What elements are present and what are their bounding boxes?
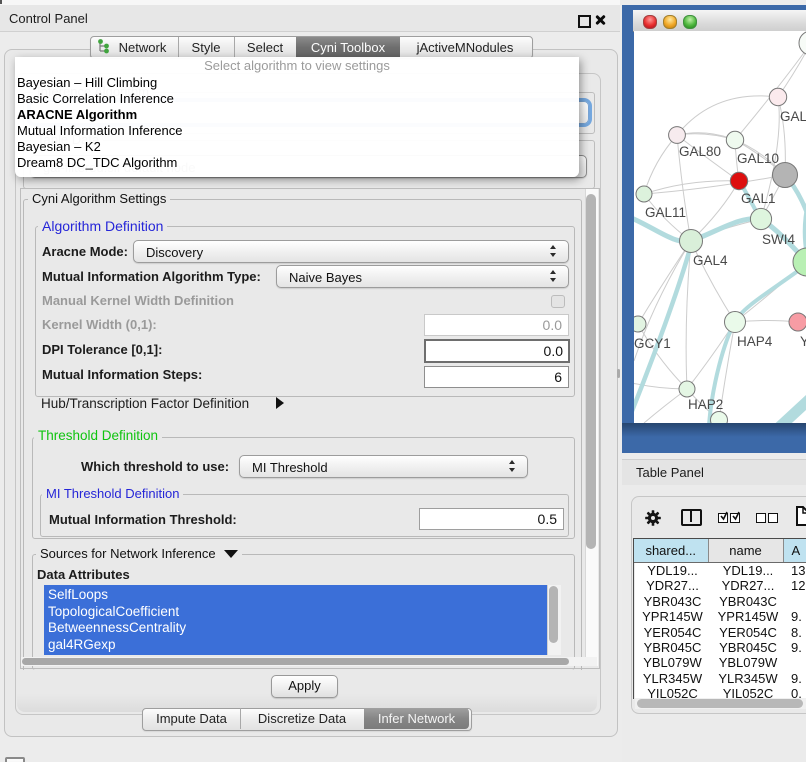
svg-text:SWI4: SWI4 [762,232,795,247]
svg-text:GAL10: GAL10 [737,151,779,166]
svg-text:GAL1: GAL1 [741,191,776,206]
svg-text:GAL11: GAL11 [645,205,686,220]
svg-text:Y: Y [800,334,806,349]
svg-text:HAP2: HAP2 [688,397,723,412]
svg-text:GAL80: GAL80 [679,144,721,159]
svg-text:GCY1: GCY1 [634,336,671,351]
svg-text:GAL8: GAL8 [780,109,806,124]
svg-text:HAP4: HAP4 [737,334,773,349]
svg-text:GAL4: GAL4 [693,253,728,268]
